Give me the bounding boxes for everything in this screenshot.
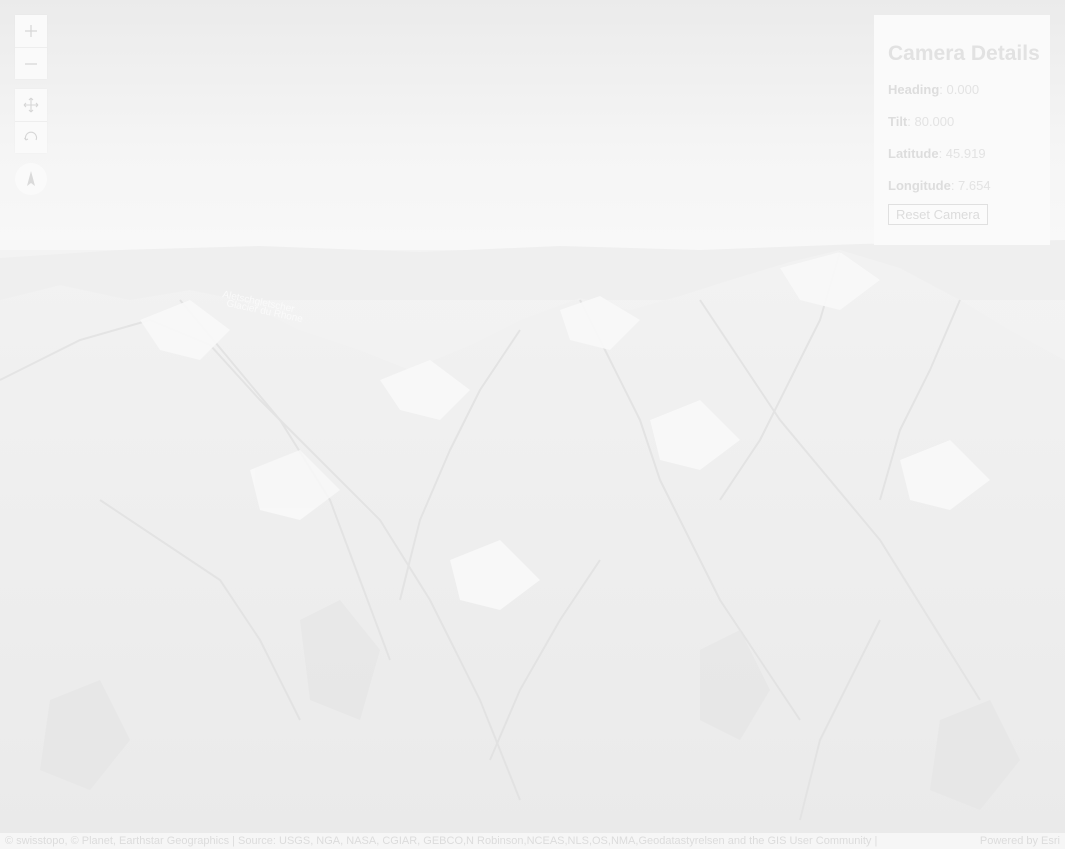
- zoom-in-icon: [25, 25, 37, 37]
- zoom-out-icon: [25, 62, 37, 65]
- zoom-controls: [15, 15, 47, 79]
- pan-button[interactable]: [15, 89, 47, 121]
- map-scene-view[interactable]: Aletschgletscher Glacier du Rhone Camera…: [0, 0, 1065, 849]
- latitude-label: Latitude: [888, 146, 939, 161]
- rotate-icon: [24, 131, 38, 140]
- tilt-value: : 80.000: [907, 114, 955, 129]
- attribution-bar: © swisstopo, © Planet, Earthstar Geograp…: [0, 833, 1065, 849]
- heading-value: : 0.000: [939, 82, 980, 97]
- navigation-mode-controls: [15, 89, 47, 153]
- longitude-value: : 7.654: [950, 178, 991, 193]
- rotate-button[interactable]: [15, 121, 47, 153]
- zoom-in-button[interactable]: [15, 15, 47, 47]
- heading-row: Heading: 0.000: [888, 82, 1036, 114]
- compass-icon: [27, 171, 35, 186]
- latitude-row: Latitude: 45.919: [888, 146, 1036, 178]
- reset-camera-button[interactable]: Reset Camera: [888, 204, 988, 225]
- attribution-text[interactable]: © swisstopo, © Planet, Earthstar Geograp…: [5, 833, 877, 849]
- heading-label: Heading: [888, 82, 940, 97]
- tilt-label: Tilt: [888, 114, 908, 129]
- powered-by-esri[interactable]: Powered by Esri: [980, 833, 1060, 849]
- pan-icon: [23, 97, 39, 113]
- camera-details-title: Camera Details: [888, 42, 1040, 65]
- camera-details-panel: Camera Details Heading: 0.000 Tilt: 80.0…: [874, 15, 1050, 245]
- longitude-row: Longitude: 7.654: [888, 178, 1036, 204]
- latitude-value: : 45.919: [938, 146, 986, 161]
- zoom-out-button[interactable]: [15, 47, 47, 79]
- longitude-label: Longitude: [888, 178, 951, 193]
- tilt-row: Tilt: 80.000: [888, 114, 1036, 146]
- compass-button[interactable]: [15, 163, 47, 195]
